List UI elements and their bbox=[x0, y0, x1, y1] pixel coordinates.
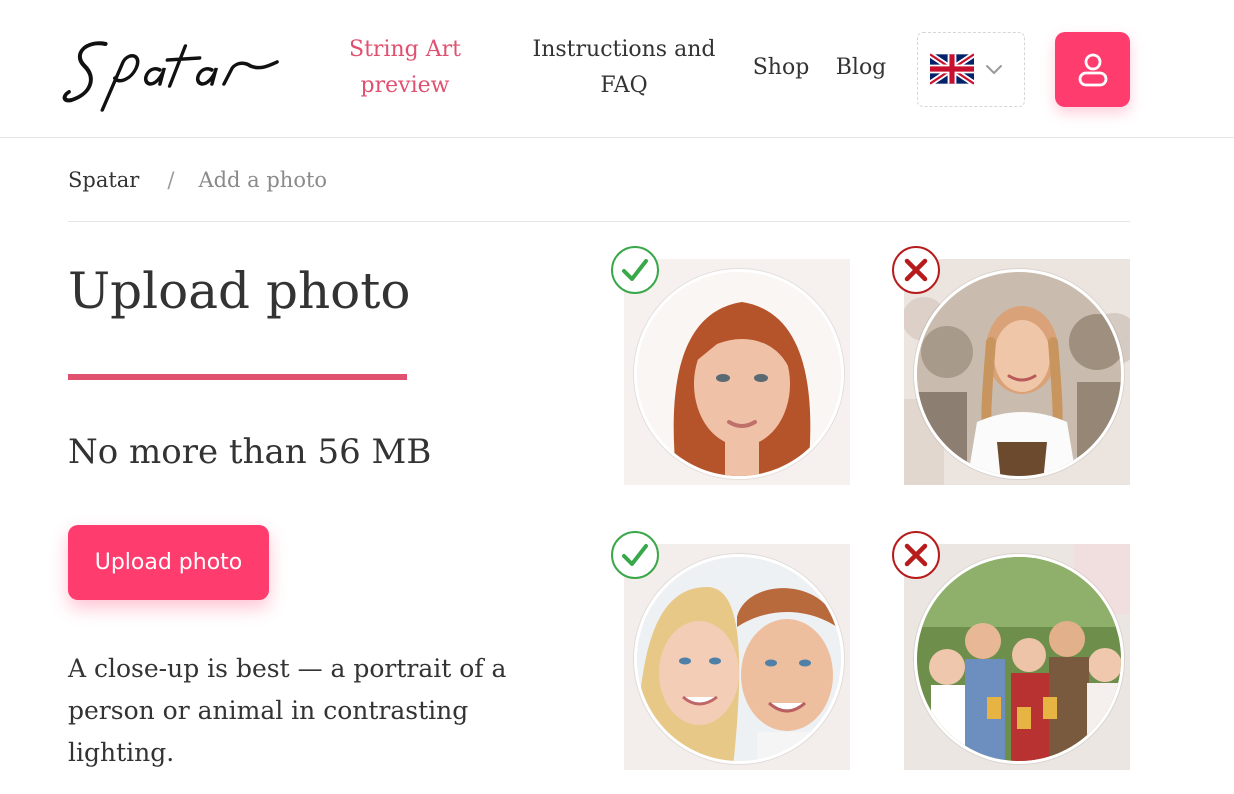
check-icon bbox=[611, 531, 659, 579]
cross-icon bbox=[892, 531, 940, 579]
breadcrumb-home[interactable]: Spatar bbox=[68, 168, 139, 192]
nav-shop[interactable]: Shop bbox=[748, 50, 814, 86]
example-good-portrait bbox=[624, 259, 850, 485]
cross-icon bbox=[892, 246, 940, 294]
site-header: String Art preview Instructions and FAQ … bbox=[0, 0, 1234, 138]
language-selector[interactable] bbox=[917, 32, 1025, 107]
breadcrumb-divider bbox=[68, 221, 1130, 222]
title-underline bbox=[68, 374, 407, 380]
logo[interactable] bbox=[57, 22, 290, 117]
user-account-button[interactable] bbox=[1055, 32, 1130, 107]
example-bad-busy-background bbox=[904, 259, 1130, 485]
nav-string-art-preview[interactable]: String Art preview bbox=[340, 32, 470, 104]
example-photo bbox=[914, 269, 1124, 479]
example-photo bbox=[914, 554, 1124, 764]
file-size-limit: No more than 56 MB bbox=[68, 432, 432, 472]
photo-hint: A close-up is best — a portrait of a per… bbox=[68, 654, 507, 767]
page-title: Upload photo bbox=[68, 262, 411, 320]
breadcrumb-current: Add a photo bbox=[198, 168, 328, 192]
uk-flag-icon bbox=[930, 53, 974, 85]
example-photo bbox=[634, 269, 844, 479]
user-icon bbox=[1078, 53, 1108, 87]
breadcrumb-separator: / bbox=[167, 168, 175, 192]
example-bad-group bbox=[904, 544, 1130, 770]
example-photo bbox=[634, 554, 844, 764]
check-icon bbox=[611, 246, 659, 294]
breadcrumb: Spatar / Add a photo bbox=[68, 160, 327, 200]
nav-blog[interactable]: Blog bbox=[828, 50, 894, 86]
chevron-down-icon bbox=[984, 59, 1004, 79]
example-good-couple bbox=[624, 544, 850, 770]
logo-wordmark bbox=[62, 41, 279, 112]
upload-photo-button[interactable]: Upload photo bbox=[68, 525, 269, 600]
nav-instructions-faq[interactable]: Instructions and FAQ bbox=[520, 32, 728, 104]
